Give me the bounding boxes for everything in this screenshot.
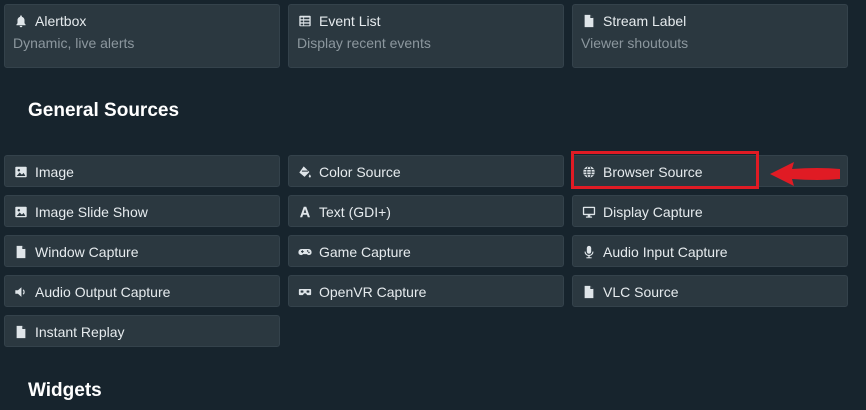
microphone-icon xyxy=(581,244,597,260)
source-item-vlc-source[interactable]: VLC Source xyxy=(572,275,848,307)
text-icon xyxy=(297,204,313,220)
image-icon xyxy=(13,164,29,180)
alertbox-card[interactable]: Alertbox Dynamic, live alerts xyxy=(4,4,280,68)
document-icon xyxy=(13,244,29,260)
card-title: Stream Label xyxy=(603,13,687,29)
card-subtitle: Viewer shoutouts xyxy=(581,35,689,51)
source-item-openvr-capture[interactable]: OpenVR Capture xyxy=(288,275,564,307)
source-item-color-source[interactable]: Color Source xyxy=(288,155,564,187)
gamepad-icon xyxy=(297,244,313,260)
monitor-icon xyxy=(581,204,597,220)
source-label: Game Capture xyxy=(319,244,411,260)
list-icon xyxy=(297,13,313,29)
source-label: OpenVR Capture xyxy=(319,284,427,300)
source-label: Audio Output Capture xyxy=(35,284,171,300)
image-icon xyxy=(13,204,29,220)
general-sources-heading: General Sources xyxy=(28,100,180,121)
card-title: Event List xyxy=(319,13,381,29)
source-label: Browser Source xyxy=(603,164,703,180)
document-icon xyxy=(581,13,597,29)
source-item-game-capture[interactable]: Game Capture xyxy=(288,235,564,267)
event-list-card[interactable]: Event List Display recent events xyxy=(288,4,564,68)
source-item-text-gdi[interactable]: Text (GDI+) xyxy=(288,195,564,227)
widgets-heading: Widgets xyxy=(28,380,102,401)
speaker-icon xyxy=(13,284,29,300)
vr-headset-icon xyxy=(297,284,313,300)
source-item-display-capture[interactable]: Display Capture xyxy=(572,195,848,227)
paint-bucket-icon xyxy=(297,164,313,180)
card-subtitle: Dynamic, live alerts xyxy=(13,35,135,51)
bell-icon xyxy=(13,13,29,29)
source-label: Image xyxy=(35,164,74,180)
source-label: Audio Input Capture xyxy=(603,244,728,260)
source-item-audio-input-capture[interactable]: Audio Input Capture xyxy=(572,235,848,267)
source-label: Image Slide Show xyxy=(35,204,148,220)
stream-label-card[interactable]: Stream Label Viewer shoutouts xyxy=(572,4,848,68)
card-title: Alertbox xyxy=(35,13,87,29)
source-item-instant-replay[interactable]: Instant Replay xyxy=(4,315,280,347)
source-label: VLC Source xyxy=(603,284,679,300)
source-label: Instant Replay xyxy=(35,324,125,340)
source-item-window-capture[interactable]: Window Capture xyxy=(4,235,280,267)
globe-icon xyxy=(581,164,597,180)
source-label: Color Source xyxy=(319,164,401,180)
source-label: Display Capture xyxy=(603,204,703,220)
source-item-image[interactable]: Image xyxy=(4,155,280,187)
source-label: Window Capture xyxy=(35,244,139,260)
card-subtitle: Display recent events xyxy=(297,35,431,51)
source-item-audio-output-capture[interactable]: Audio Output Capture xyxy=(4,275,280,307)
document-icon xyxy=(13,324,29,340)
source-label: Text (GDI+) xyxy=(319,204,391,220)
source-item-image-slide-show[interactable]: Image Slide Show xyxy=(4,195,280,227)
red-arrow-annotation xyxy=(770,162,840,186)
document-icon xyxy=(581,284,597,300)
